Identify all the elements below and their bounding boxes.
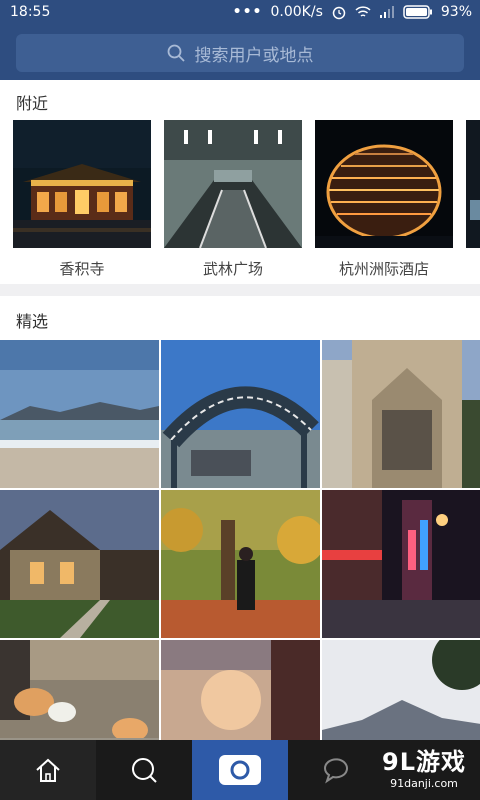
more-notifications-icon: •••	[232, 4, 263, 20]
nav-camera-button[interactable]	[192, 740, 288, 800]
search-icon	[132, 758, 157, 783]
featured-photo[interactable]	[161, 340, 320, 488]
wifi-icon	[355, 6, 371, 17]
search-icon	[167, 44, 185, 62]
nearby-place-name[interactable]: 香积寺	[7, 258, 157, 279]
featured-photo[interactable]	[0, 340, 159, 488]
nav-comment-button[interactable]	[288, 740, 384, 800]
nearby-place-photo[interactable]	[164, 120, 302, 248]
night-street-photo	[322, 490, 480, 638]
nearby-place-name[interactable]: 武林广场	[158, 258, 308, 279]
escalator-photo	[164, 120, 302, 248]
search-bar[interactable]: 搜索用户或地点	[16, 34, 464, 72]
nav-home-button[interactable]	[0, 740, 96, 800]
comment-icon	[323, 758, 348, 784]
status-time: 18:55	[10, 4, 51, 20]
featured-section: 精选	[0, 296, 480, 788]
featured-photo-grid	[0, 340, 480, 788]
nearby-place-photo[interactable]	[13, 120, 151, 248]
temple-photo	[13, 120, 151, 248]
nav-search-button[interactable]	[96, 740, 192, 800]
network-speed: 0.00K/s	[270, 4, 323, 20]
section-title-featured: 精选	[16, 312, 49, 331]
featured-photo[interactable]	[322, 490, 480, 638]
featured-photo[interactable]	[161, 490, 320, 638]
featured-photo[interactable]	[0, 490, 159, 638]
home-icon	[36, 758, 60, 782]
featured-photo[interactable]	[322, 340, 480, 488]
status-bar: 18:55 ••• 0.00K/s 93%	[0, 0, 480, 26]
battery-level: 93%	[440, 4, 472, 20]
battery-icon	[403, 5, 432, 19]
autumn-tree-photo	[161, 490, 320, 638]
section-title-nearby: 附近	[16, 94, 49, 113]
dome-hotel-photo	[315, 120, 453, 248]
search-placeholder: 搜索用户或地点	[194, 45, 314, 66]
nearby-section: 附近 香积寺 武林广场 杭州洲际酒店	[0, 80, 480, 284]
beach-photo	[0, 340, 159, 488]
nearby-place-name[interactable]: 杭州洲际酒店	[309, 258, 459, 279]
watermark-site: 91danji.com	[390, 777, 458, 790]
watermark-logo: 9L游戏 91danji.com	[382, 742, 466, 790]
pier-sign-photo	[161, 340, 320, 488]
header: 搜索用户或地点	[0, 26, 480, 80]
nearby-place-photo[interactable]	[315, 120, 453, 248]
house-photo	[0, 490, 159, 638]
camera-icon	[219, 755, 261, 785]
signal-icon	[379, 6, 394, 18]
partial-place-photo	[466, 120, 480, 248]
alarm-icon	[332, 6, 346, 20]
watermark-brand: 9L游戏	[382, 748, 466, 776]
building-photo	[322, 340, 480, 488]
nearby-place-photo[interactable]	[466, 120, 480, 248]
